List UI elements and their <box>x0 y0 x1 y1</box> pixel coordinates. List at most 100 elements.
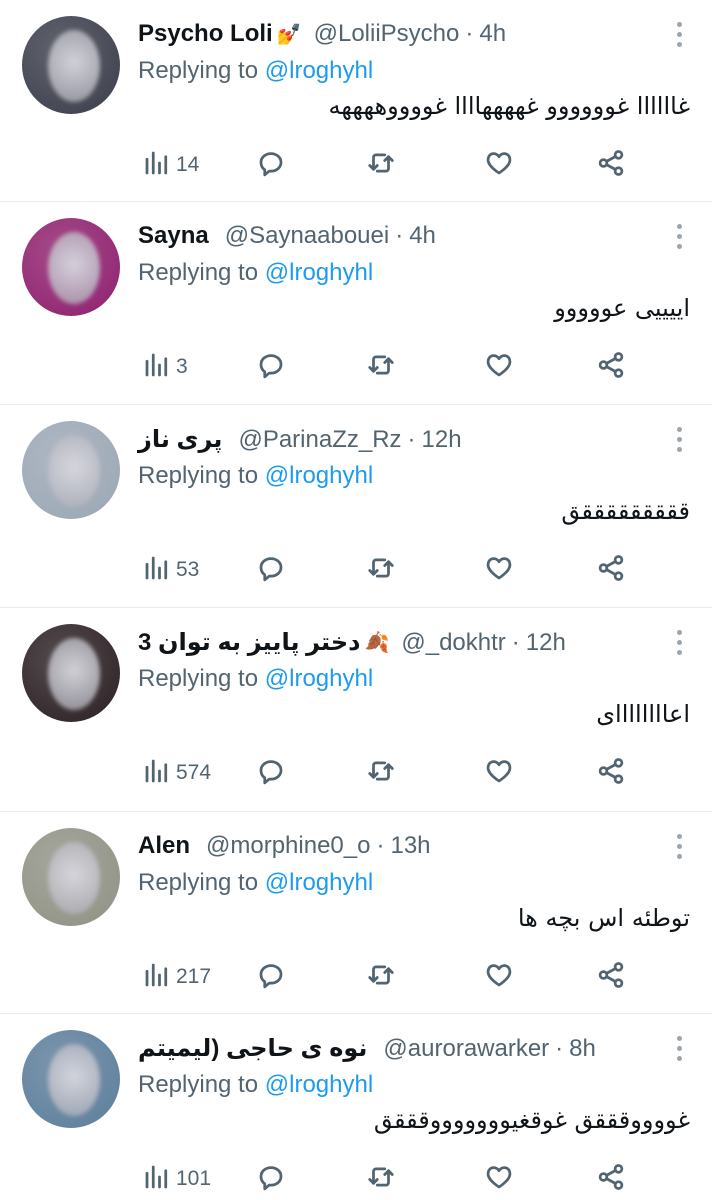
timestamp[interactable]: 13h <box>390 832 430 860</box>
display-name[interactable]: Sayna <box>138 222 209 250</box>
views-button[interactable]: 53 <box>142 553 199 587</box>
share-button[interactable] <box>596 1162 626 1196</box>
heart-icon <box>484 1162 514 1197</box>
reply-button[interactable] <box>256 553 286 587</box>
more-icon[interactable] <box>676 834 682 859</box>
mention-link[interactable]: @lroghyhl <box>265 665 373 692</box>
retweet-button[interactable] <box>366 1162 396 1196</box>
more-icon[interactable] <box>676 630 682 655</box>
avatar[interactable] <box>22 218 120 316</box>
retweet-button[interactable] <box>366 960 396 994</box>
tweet-reply[interactable]: Sayna @Saynaabouei · 4h Replying to @lro… <box>0 202 712 405</box>
reply-button[interactable] <box>256 756 286 790</box>
views-count: 574 <box>176 761 212 784</box>
display-name[interactable]: نوه ی حاجی (لیمیتم <box>138 1034 367 1063</box>
heart-icon <box>484 756 514 791</box>
separator-dot: · <box>511 628 520 656</box>
like-button[interactable] <box>484 756 514 790</box>
reply-button[interactable] <box>256 960 286 994</box>
more-icon[interactable] <box>676 224 682 249</box>
mention-link[interactable]: @lroghyhl <box>265 57 373 84</box>
user-handle[interactable]: @morphine0_o <box>206 832 370 860</box>
timestamp[interactable]: 12h <box>422 426 462 454</box>
display-name[interactable]: Psycho Loli <box>138 20 273 48</box>
mention-link[interactable]: @lroghyhl <box>265 259 373 286</box>
timestamp[interactable]: 12h <box>526 629 566 657</box>
replying-label: Replying to <box>138 57 259 84</box>
replying-to: Replying to @lroghyhl <box>138 665 373 693</box>
display-name[interactable]: پری ناز <box>138 425 222 454</box>
bar-chart-icon <box>142 756 172 791</box>
share-icon <box>596 350 626 385</box>
like-button[interactable] <box>484 553 514 587</box>
like-button[interactable] <box>484 148 514 182</box>
heart-icon <box>484 350 514 385</box>
share-button[interactable] <box>596 553 626 587</box>
views-button[interactable]: 14 <box>142 148 199 182</box>
replying-label: Replying to <box>138 665 259 692</box>
reply-button[interactable] <box>256 1162 286 1196</box>
like-button[interactable] <box>484 1162 514 1196</box>
user-handle[interactable]: @LoliiPsycho <box>314 20 460 48</box>
views-button[interactable]: 217 <box>142 960 211 994</box>
avatar[interactable] <box>22 1030 120 1128</box>
tweet-reply[interactable]: نوه ی حاجی (لیمیتم @aurorawarker · 8h Re… <box>0 1014 712 1200</box>
tweet-text: قققققققققق <box>561 497 690 525</box>
user-handle[interactable]: @_dokhtr <box>401 629 505 657</box>
separator-dot: · <box>395 222 404 249</box>
retweet-button[interactable] <box>366 350 396 384</box>
retweet-icon <box>366 148 396 183</box>
more-icon[interactable] <box>676 1036 682 1061</box>
reply-button[interactable] <box>256 350 286 384</box>
name-emoji: 🍂 <box>364 632 390 654</box>
reply-bubble-icon <box>256 960 286 995</box>
avatar[interactable] <box>22 421 120 519</box>
action-bar: 3 <box>138 350 690 384</box>
replying-label: Replying to <box>138 259 259 286</box>
mention-link[interactable]: @lroghyhl <box>265 462 373 489</box>
user-handle[interactable]: @Saynaabouei <box>225 222 389 250</box>
tweet-header: Alen @morphine0_o · 13h <box>138 832 431 860</box>
display-name[interactable]: Alen <box>138 832 190 860</box>
retweet-icon <box>366 350 396 385</box>
timestamp[interactable]: 8h <box>569 1035 596 1063</box>
views-count: 14 <box>176 153 200 176</box>
share-button[interactable] <box>596 350 626 384</box>
avatar[interactable] <box>22 16 120 114</box>
views-count: 3 <box>176 355 188 378</box>
tweet-header: نوه ی حاجی (لیمیتم @aurorawarker · 8h <box>138 1034 596 1063</box>
share-button[interactable] <box>596 756 626 790</box>
user-handle[interactable]: @ParinaZz_Rz <box>238 426 401 454</box>
views-button[interactable]: 574 <box>142 756 211 790</box>
more-icon[interactable] <box>676 22 682 47</box>
user-handle[interactable]: @aurorawarker <box>383 1035 549 1063</box>
timestamp[interactable]: 4h <box>479 20 506 48</box>
share-icon <box>596 960 626 995</box>
more-icon[interactable] <box>676 427 682 452</box>
tweet-header: Psycho Loli 💅 @LoliiPsycho · 4h <box>138 20 506 48</box>
retweet-button[interactable] <box>366 756 396 790</box>
mention-link[interactable]: @lroghyhl <box>265 1071 373 1098</box>
display-name[interactable]: دختر پاییز به توان 3 <box>138 628 360 657</box>
tweet-reply[interactable]: Alen @morphine0_o · 13h Replying to @lro… <box>0 812 712 1014</box>
mention-link[interactable]: @lroghyhl <box>265 869 373 896</box>
like-button[interactable] <box>484 960 514 994</box>
timestamp[interactable]: 4h <box>409 222 436 250</box>
tweet-reply[interactable]: Psycho Loli 💅 @LoliiPsycho · 4h Replying… <box>0 0 712 202</box>
share-button[interactable] <box>596 148 626 182</box>
avatar[interactable] <box>22 828 120 926</box>
blurred-face <box>48 842 100 914</box>
share-button[interactable] <box>596 960 626 994</box>
tweet-reply[interactable]: دختر پاییز به توان 3 🍂 @_dokhtr · 12h Re… <box>0 608 712 812</box>
like-button[interactable] <box>484 350 514 384</box>
views-button[interactable]: 101 <box>142 1162 211 1196</box>
views-button[interactable]: 3 <box>142 350 188 384</box>
retweet-button[interactable] <box>366 148 396 182</box>
reply-button[interactable] <box>256 148 286 182</box>
retweet-button[interactable] <box>366 553 396 587</box>
blurred-face <box>48 638 100 710</box>
avatar[interactable] <box>22 624 120 722</box>
retweet-icon <box>366 553 396 588</box>
tweet-reply[interactable]: پری ناز @ParinaZz_Rz · 12h Replying to @… <box>0 405 712 608</box>
action-bar: 574 <box>138 756 690 790</box>
